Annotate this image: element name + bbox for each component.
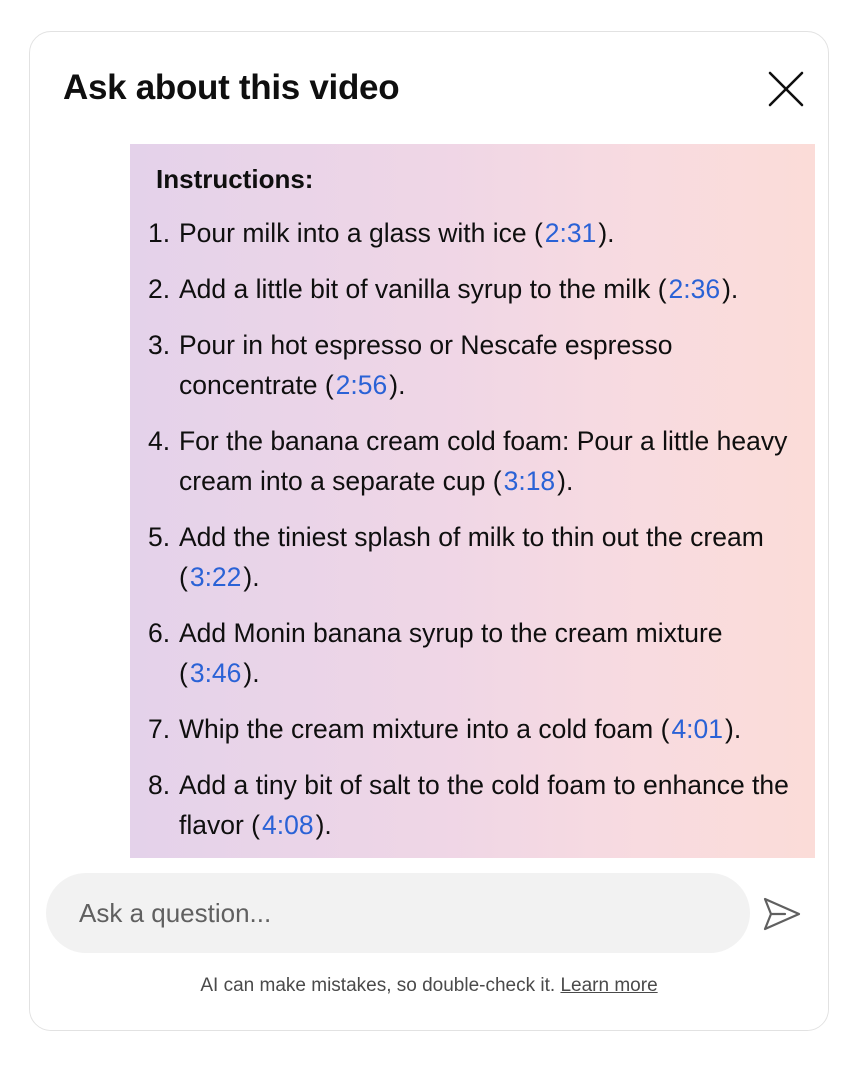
close-button[interactable] [764, 67, 808, 111]
panel-title: Ask about this video [63, 68, 400, 107]
step-suffix: ). [725, 714, 742, 744]
step-text: Add the tiniest splash of milk to thin o… [179, 522, 764, 592]
step-text: For the banana cream cold foam: Pour a l… [179, 426, 788, 496]
instruction-step: 7. Whip the cream mixture into a cold foa… [148, 709, 789, 749]
step-suffix: ). [722, 274, 739, 304]
step-text: Whip the cream mixture into a cold foam … [179, 714, 670, 744]
step-number: 6. [148, 618, 171, 648]
instructions-heading: Instructions: [156, 164, 314, 194]
instruction-step: 8. Add a tiny bit of salt to the cold foa… [148, 765, 789, 845]
step-number: 8. [148, 770, 171, 800]
instructions-list: 1. Pour milk into a glass with ice (2:31)… [148, 213, 789, 845]
step-text: Pour milk into a glass with ice ( [179, 218, 543, 248]
question-input[interactable] [46, 873, 750, 953]
timestamp-link[interactable]: 2:36 [669, 274, 721, 304]
instruction-step: 3. Pour in hot espresso or Nescafe espres… [148, 325, 789, 405]
learn-more-link[interactable]: Learn more [560, 975, 657, 996]
step-suffix: ). [557, 466, 574, 496]
step-number: 7. [148, 714, 171, 744]
step-suffix: ). [315, 810, 332, 840]
disclaimer: AI can make mistakes, so double-check it… [30, 975, 828, 997]
step-text: Add Monin banana syrup to the cream mixt… [179, 618, 723, 688]
step-text: Pour in hot espresso or Nescafe espresso… [179, 330, 673, 400]
step-number: 2. [148, 274, 171, 304]
ask-panel: Ask about this video Instructions: 1. Pou… [29, 31, 829, 1031]
timestamp-link[interactable]: 2:31 [545, 218, 597, 248]
timestamp-link[interactable]: 4:08 [262, 810, 314, 840]
instruction-step: 6. Add Monin banana syrup to the cream mi… [148, 613, 789, 693]
step-number: 3. [148, 330, 171, 360]
answer-bubble: Instructions: 1. Pour milk into a glass w… [130, 144, 815, 858]
send-button[interactable] [760, 892, 804, 936]
instruction-step: 5. Add the tiniest splash of milk to thin… [148, 517, 789, 597]
step-text: Add a little bit of vanilla syrup to the… [179, 274, 667, 304]
instruction-step: 2. Add a little bit of vanilla syrup to t… [148, 269, 789, 309]
step-suffix: ). [389, 370, 406, 400]
timestamp-link[interactable]: 2:56 [336, 370, 388, 400]
step-number: 1. [148, 218, 171, 248]
step-number: 4. [148, 426, 171, 456]
close-icon [768, 71, 804, 107]
timestamp-link[interactable]: 4:01 [671, 714, 723, 744]
timestamp-link[interactable]: 3:46 [190, 658, 242, 688]
timestamp-link[interactable]: 3:22 [190, 562, 242, 592]
instruction-step: 1. Pour milk into a glass with ice (2:31)… [148, 213, 789, 253]
step-suffix: ). [243, 562, 260, 592]
timestamp-link[interactable]: 3:18 [504, 466, 556, 496]
disclaimer-text: AI can make mistakes, so double-check it… [200, 975, 556, 996]
instruction-step: 4. For the banana cream cold foam: Pour a… [148, 421, 789, 501]
step-suffix: ). [598, 218, 615, 248]
step-number: 5. [148, 522, 171, 552]
step-suffix: ). [243, 658, 260, 688]
composer: AI can make mistakes, so double-check it… [30, 858, 828, 1030]
send-icon [763, 897, 801, 931]
